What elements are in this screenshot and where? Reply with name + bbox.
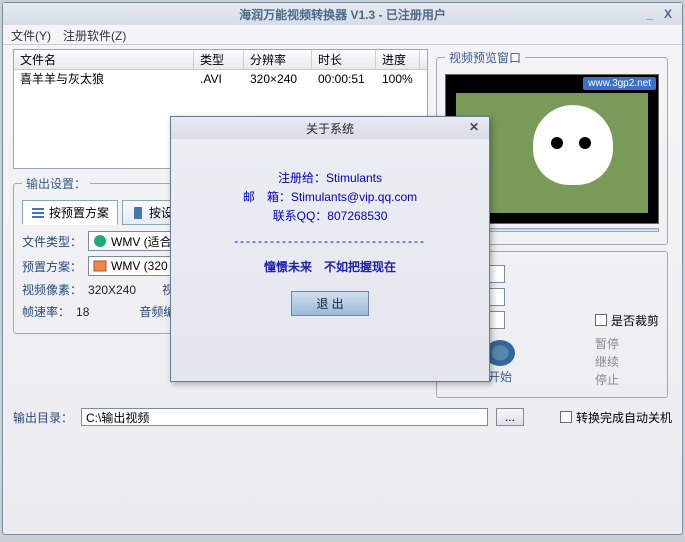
- shutdown-label: 转换完成自动关机: [576, 409, 672, 426]
- filetype-value: WMV (适合: [111, 233, 172, 250]
- checkbox-icon: [560, 411, 572, 423]
- cell-prog: 100%: [376, 70, 420, 88]
- shutdown-checkbox[interactable]: 转换完成自动关机: [560, 409, 672, 426]
- preset-value: WMV (320: [111, 259, 168, 273]
- browse-button[interactable]: ...: [496, 408, 524, 426]
- preset-icon: [93, 259, 107, 273]
- tab-preset-label: 按预置方案: [49, 204, 109, 221]
- dialog-titlebar: 关于系统 ✕: [171, 117, 489, 139]
- cell-type: .AVI: [194, 70, 244, 88]
- qq-label: 联系QQ：: [273, 209, 328, 223]
- pixel-label: 视频像素：: [22, 281, 82, 298]
- titlebar: 海润万能视频转换器 V1.3 - 已注册用户 _ X: [3, 3, 682, 25]
- outdir-input[interactable]: C:\输出视频: [81, 408, 488, 426]
- list-icon: [31, 206, 45, 220]
- regto-label: 注册给：: [278, 171, 326, 185]
- crop-label: 是否裁剪: [611, 312, 659, 329]
- filetype-label: 文件类型：: [22, 233, 82, 250]
- cell-res: 320×240: [244, 70, 312, 88]
- secondary-actions: 暂停 继续 停止: [595, 335, 619, 389]
- divider: --------------------------------: [191, 234, 469, 248]
- start-label: 开始: [488, 368, 512, 385]
- regto-value: Stimulants: [326, 171, 382, 185]
- dialog-title: 关于系统: [306, 120, 354, 137]
- cell-dur: 00:00:51: [312, 70, 376, 88]
- fps-label: 帧速率：: [22, 303, 70, 320]
- col-type[interactable]: 类型: [194, 50, 244, 69]
- tab-preset[interactable]: 按预置方案: [22, 200, 118, 225]
- menu-file[interactable]: 文件(Y): [11, 27, 51, 42]
- col-prog[interactable]: 进度: [376, 50, 420, 69]
- checkbox-icon: [595, 314, 607, 326]
- fps-value: 18: [76, 305, 89, 319]
- crop-checkbox[interactable]: 是否裁剪: [595, 312, 659, 329]
- menubar: 文件(Y) 注册软件(Z): [3, 25, 682, 45]
- menu-register[interactable]: 注册软件(Z): [63, 27, 126, 42]
- qq-value: 807268530: [327, 209, 387, 223]
- device-icon: [131, 206, 145, 220]
- minimize-icon[interactable]: _: [642, 7, 658, 21]
- mail-label: 邮 箱：: [243, 190, 291, 204]
- pause-button[interactable]: 暂停: [595, 335, 619, 353]
- motto-text: 憧憬未来 不如把握现在: [191, 258, 469, 275]
- preview-legend: 视频预览窗口: [445, 49, 525, 66]
- outdir-label: 输出目录：: [13, 409, 73, 426]
- exit-button[interactable]: 退 出: [291, 291, 368, 316]
- pixel-value: 320X240: [88, 283, 136, 297]
- close-icon[interactable]: X: [660, 7, 676, 21]
- col-dur[interactable]: 时长: [312, 50, 376, 69]
- window-title: 海润万能视频转换器 V1.3 - 已注册用户: [9, 6, 676, 23]
- dialog-close-icon[interactable]: ✕: [469, 120, 485, 136]
- wmv-icon: [93, 234, 107, 248]
- mail-value: Stimulants@vip.qq.com: [291, 190, 417, 204]
- table-row[interactable]: 喜羊羊与灰太狼 .AVI 320×240 00:00:51 100%: [14, 70, 427, 88]
- watermark-badge: www.3gp2.net: [583, 77, 656, 90]
- col-res[interactable]: 分辨率: [244, 50, 312, 69]
- col-name[interactable]: 文件名: [14, 50, 194, 69]
- preset-label: 预置方案：: [22, 258, 82, 275]
- cell-name: 喜羊羊与灰太狼: [14, 70, 194, 88]
- output-legend: 输出设置：: [22, 175, 90, 192]
- stop-button[interactable]: 停止: [595, 371, 619, 389]
- about-dialog: 关于系统 ✕ 注册给：Stimulants 邮 箱：Stimulants@vip…: [170, 116, 490, 382]
- resume-button[interactable]: 继续: [595, 353, 619, 371]
